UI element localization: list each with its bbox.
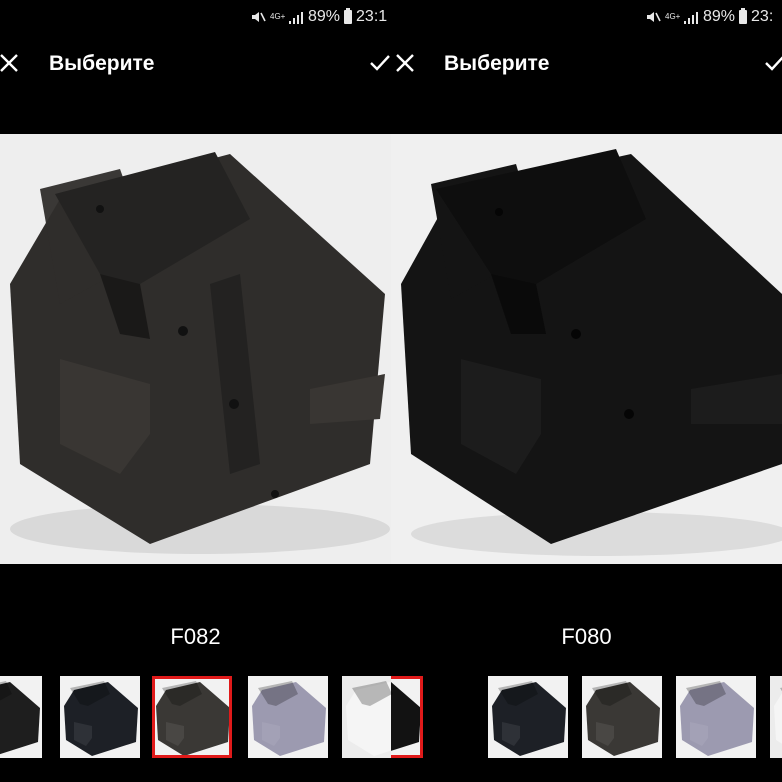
- close-icon[interactable]: [394, 52, 416, 74]
- color-thumbnail-selected[interactable]: [391, 676, 423, 758]
- network-type-label: 4G+: [665, 12, 681, 21]
- right-panel: 4G+ 89% 23: Выберите F080: [391, 0, 782, 782]
- color-thumbnail[interactable]: [488, 676, 568, 758]
- page-title: Выберите: [444, 52, 550, 75]
- clock: 23:: [751, 8, 774, 25]
- color-thumbnail[interactable]: [676, 676, 756, 758]
- clock: 23:1: [356, 8, 388, 25]
- battery-percent: 89%: [703, 8, 736, 25]
- color-thumbnail[interactable]: [770, 676, 782, 758]
- close-icon[interactable]: [0, 52, 20, 74]
- color-thumbnail[interactable]: [582, 676, 662, 758]
- page-title: Выберите: [49, 52, 155, 75]
- color-thumbnail-strip: [391, 676, 782, 758]
- battery-percent: 89%: [308, 8, 341, 25]
- selected-color-label: F082: [170, 624, 221, 649]
- left-panel: 4G+ 89% 23:1 Выберите F082: [0, 0, 391, 782]
- confirm-check-icon[interactable]: [764, 54, 782, 72]
- battery-icon: [344, 8, 353, 24]
- color-thumbnail[interactable]: [0, 676, 42, 758]
- product-photo: [391, 134, 782, 564]
- status-bar: 4G+ 89% 23:1: [250, 6, 387, 28]
- status-bar: 4G+ 89% 23:: [645, 6, 773, 28]
- color-thumbnail[interactable]: [60, 676, 140, 758]
- color-thumbnail[interactable]: [342, 676, 391, 758]
- signal-icon: [683, 11, 699, 24]
- color-thumbnail-strip: [0, 676, 391, 758]
- network-type-label: 4G+: [270, 12, 286, 21]
- confirm-check-icon[interactable]: [369, 54, 391, 72]
- product-photo: [0, 134, 391, 564]
- color-thumbnail-selected[interactable]: [152, 676, 232, 758]
- mute-icon: [645, 10, 661, 24]
- mute-icon: [250, 10, 266, 24]
- color-thumbnail[interactable]: [248, 676, 328, 758]
- signal-icon: [288, 11, 304, 24]
- selected-color-label: F080: [561, 624, 612, 649]
- battery-icon: [739, 8, 748, 24]
